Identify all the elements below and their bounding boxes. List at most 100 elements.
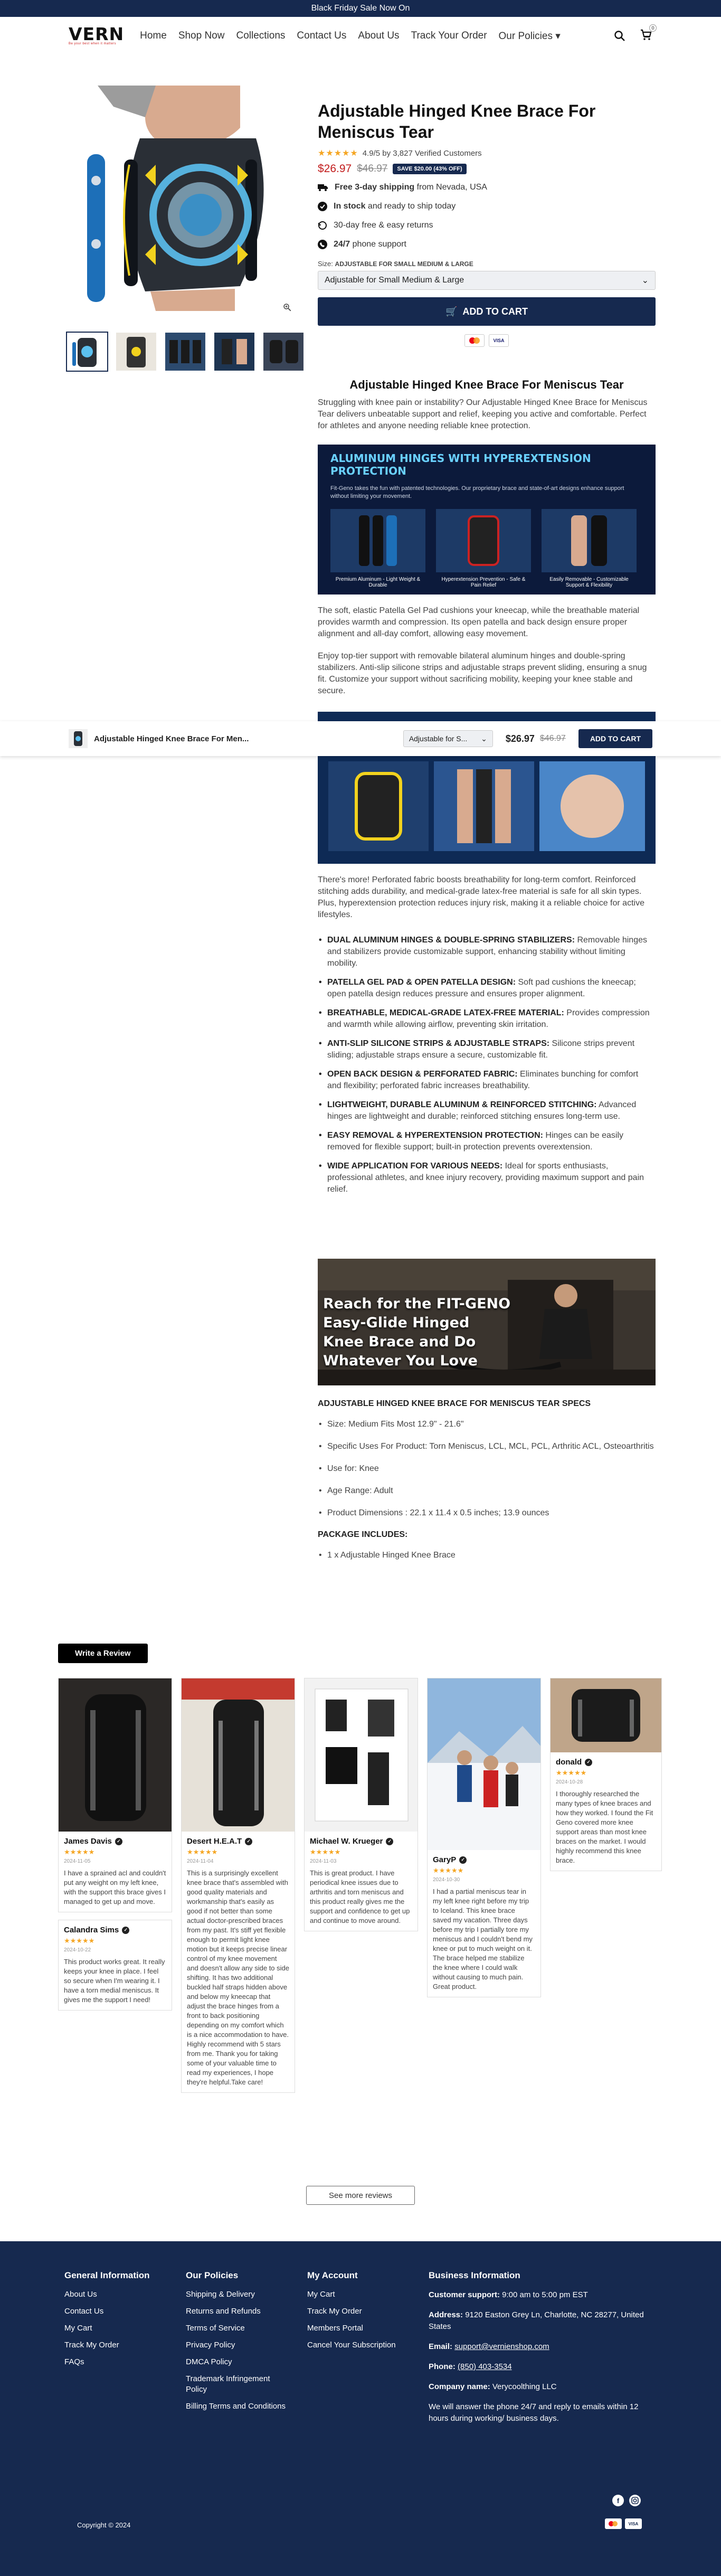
footer-link-returns[interactable]: Returns and Refunds bbox=[186, 2306, 286, 2317]
bullet-item: EASY REMOVAL & HYPEREXTENSION PROTECTION… bbox=[319, 1130, 654, 1153]
business-phone: Phone: (850) 403-3534 bbox=[429, 2361, 650, 2373]
footer-link-track-order[interactable]: Track My Order bbox=[307, 2306, 397, 2317]
review-card[interactable]: Desert H.E.A.T ✓ ★★★★★ 2024-11-04 This is… bbox=[181, 1678, 295, 2093]
rating-row[interactable]: ★★★★★ 4.9/5 by 3,827 Verified Customers bbox=[318, 148, 656, 158]
reviewer-name-text: James Davis bbox=[64, 1837, 112, 1846]
review-stars: ★★★★★ bbox=[310, 1848, 341, 1856]
review-stars: ★★★★★ bbox=[64, 1937, 95, 1945]
review-text: This product works great. It really keep… bbox=[64, 1958, 165, 2004]
review-photo[interactable] bbox=[305, 1678, 418, 1832]
footer-link-shipping[interactable]: Shipping & Delivery bbox=[186, 2289, 286, 2300]
review-photo[interactable] bbox=[182, 1678, 295, 1832]
support-hours: Customer support: 9:00 am to 5:00 pm EST bbox=[429, 2289, 650, 2301]
instagram-icon[interactable] bbox=[629, 2495, 641, 2506]
feature-text: from Nevada, USA bbox=[414, 183, 487, 192]
feature-shipping: Free 3-day shipping from Nevada, USA bbox=[318, 183, 656, 192]
cart-button[interactable]: 0 bbox=[640, 24, 657, 44]
search-icon[interactable] bbox=[613, 30, 626, 42]
feature-returns: 30-day free & easy returns bbox=[318, 221, 656, 230]
footer-policies: Our Policies Shipping & Delivery Returns… bbox=[186, 2270, 286, 2418]
save-badge: SAVE $20.00 (43% OFF) bbox=[393, 164, 467, 174]
sticky-add-to-cart-button[interactable]: ADD TO CART bbox=[578, 729, 652, 748]
footer-link-cart[interactable]: My Cart bbox=[64, 2323, 150, 2334]
review-column-2: Desert H.E.A.T ✓ ★★★★★ 2024-11-04 This is… bbox=[181, 1678, 295, 2100]
phone-link[interactable]: (850) 403-3534 bbox=[458, 2362, 512, 2371]
product-main-image[interactable] bbox=[66, 86, 302, 311]
nav-home[interactable]: Home bbox=[140, 30, 167, 42]
review-card[interactable]: Calandra Sims ✓ ★★★★★ 2024-10-22 This pro… bbox=[58, 1920, 172, 2011]
review-column-1: James Davis ✓ ★★★★★ 2024-11-05 I have a s… bbox=[58, 1678, 172, 2018]
footer-link-privacy[interactable]: Privacy Policy bbox=[186, 2340, 286, 2351]
business-email: Email: support@vernienshop.com bbox=[429, 2341, 650, 2353]
thumbnail-5[interactable] bbox=[262, 332, 305, 372]
footer-link-contact[interactable]: Contact Us bbox=[64, 2306, 150, 2317]
nav-track-order[interactable]: Track Your Order bbox=[411, 30, 487, 42]
brand-name: VERN bbox=[69, 24, 125, 44]
size-selected: Adjustable for Small Medium & Large bbox=[325, 276, 464, 285]
footer-link-faqs[interactable]: FAQs bbox=[64, 2357, 150, 2367]
footer-link-dmca[interactable]: DMCA Policy bbox=[186, 2357, 286, 2367]
nav-collections[interactable]: Collections bbox=[236, 30, 285, 42]
footer-business-info: Business Information Customer support: 9… bbox=[429, 2270, 650, 2433]
footer-link-terms[interactable]: Terms of Service bbox=[186, 2323, 286, 2334]
footer-link-track[interactable]: Track My Order bbox=[64, 2340, 150, 2351]
verified-icon: ✓ bbox=[122, 1926, 130, 1934]
email-link[interactable]: support@vernienshop.com bbox=[454, 2342, 549, 2351]
feature-banner-hinges: ALUMINUM HINGES WITH HYPEREXTENSION PROT… bbox=[318, 445, 656, 595]
bullet-title: LIGHTWEIGHT, DURABLE ALUMINUM & REINFORC… bbox=[327, 1100, 597, 1109]
thumbnail-4[interactable] bbox=[213, 332, 255, 372]
thumbnail-2[interactable] bbox=[115, 332, 157, 372]
see-more-reviews-button[interactable]: See more reviews bbox=[306, 2186, 415, 2205]
announcement-bar: Black Friday Sale Now On bbox=[0, 0, 721, 17]
banner-subtitle: Fit-Geno takes the fun with patented tec… bbox=[330, 485, 624, 499]
zoom-icon[interactable] bbox=[282, 303, 292, 315]
add-to-cart-button[interactable]: 🛒 ADD TO CART bbox=[318, 297, 656, 326]
review-stars: ★★★★★ bbox=[187, 1848, 218, 1856]
thumbnail-1[interactable] bbox=[66, 332, 108, 372]
thumbnail-3[interactable] bbox=[164, 332, 206, 372]
return-icon bbox=[318, 221, 327, 230]
verified-icon: ✓ bbox=[459, 1856, 467, 1864]
footer-link-cancel-subscription[interactable]: Cancel Your Subscription bbox=[307, 2340, 397, 2351]
review-column-4: GaryP ✓ ★★★★★ 2024-10-30 I had a partial … bbox=[427, 1678, 541, 2005]
review-card[interactable]: GaryP ✓ ★★★★★ 2024-10-30 I had a partial … bbox=[427, 1678, 541, 1997]
nav-about[interactable]: About Us bbox=[358, 30, 399, 42]
footer-link-about[interactable]: About Us bbox=[64, 2289, 150, 2300]
review-photo[interactable] bbox=[428, 1678, 540, 1850]
company-value: Verycoolthing LLC bbox=[490, 2382, 557, 2391]
review-card[interactable]: James Davis ✓ ★★★★★ 2024-11-05 I have a s… bbox=[58, 1678, 172, 1912]
facebook-icon[interactable]: f bbox=[612, 2495, 624, 2506]
nav-policies[interactable]: Our Policies ▾ bbox=[499, 30, 561, 42]
reviewer-name-text: donald bbox=[556, 1758, 582, 1767]
bullet-item: WIDE APPLICATION FOR VARIOUS NEEDS: Idea… bbox=[319, 1160, 654, 1195]
sticky-size-select[interactable]: Adjustable for S... ⌄ bbox=[403, 730, 493, 747]
brand-logo[interactable]: VERN Be your best when it matters bbox=[69, 24, 125, 45]
footer-link-billing[interactable]: Billing Terms and Conditions bbox=[186, 2401, 286, 2412]
reviewer-name: Michael W. Krueger ✓ bbox=[310, 1837, 412, 1846]
knee-brace-image bbox=[66, 86, 302, 311]
footer-general-info: General Information About Us Contact Us … bbox=[64, 2270, 150, 2374]
footer-link-members[interactable]: Members Portal bbox=[307, 2323, 397, 2334]
review-date: 2024-10-30 bbox=[433, 1877, 460, 1883]
footer-link-my-cart[interactable]: My Cart bbox=[307, 2289, 397, 2300]
review-text: I have a sprained acl and couldn't put a… bbox=[64, 1869, 166, 1905]
footer-link-trademark[interactable]: Trademark Infringement Policy bbox=[186, 2374, 286, 2395]
review-card[interactable]: Michael W. Krueger ✓ ★★★★★ 2024-11-03 Thi… bbox=[304, 1678, 418, 1931]
description-para-3: Enjoy top-tier support with removable bi… bbox=[318, 652, 647, 695]
review-photo[interactable] bbox=[551, 1678, 661, 1752]
size-select[interactable]: Adjustable for Small Medium & Large ⌄ bbox=[318, 271, 656, 290]
product-info: Adjustable Hinged Knee Brace For Meniscu… bbox=[318, 100, 656, 347]
reviewer-name: James Davis ✓ bbox=[64, 1837, 166, 1846]
bullet-title: BREATHABLE, MEDICAL-GRADE LATEX-FREE MAT… bbox=[327, 1008, 564, 1017]
feature-text: 30-day free & easy returns bbox=[334, 221, 433, 230]
review-card[interactable]: donald ✓ ★★★★★ 2024-10-28 I thoroughly re… bbox=[550, 1678, 662, 1871]
sticky-old-price: $46.97 bbox=[539, 734, 566, 743]
footer-heading: Our Policies bbox=[186, 2270, 239, 2280]
nav-shop-now[interactable]: Shop Now bbox=[178, 30, 225, 42]
cart-icon: 🛒 bbox=[445, 306, 458, 317]
specs-heading: ADJUSTABLE HINGED KNEE BRACE FOR MENISCU… bbox=[318, 1399, 591, 1408]
company-name: Company name: Verycoolthing LLC bbox=[429, 2381, 650, 2393]
nav-contact[interactable]: Contact Us bbox=[297, 30, 346, 42]
write-review-button[interactable]: Write a Review bbox=[58, 1644, 148, 1663]
review-photo[interactable] bbox=[59, 1678, 172, 1832]
